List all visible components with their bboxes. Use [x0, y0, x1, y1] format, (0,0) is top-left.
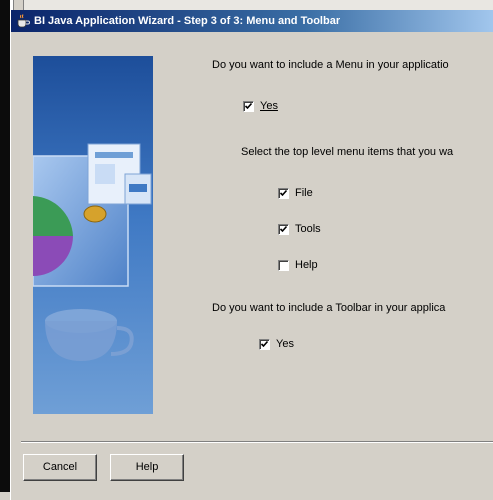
cancel-button[interactable]: Cancel — [23, 454, 97, 481]
button-separator — [21, 441, 493, 443]
desktop-edge — [0, 0, 10, 492]
checkbox-box[interactable] — [243, 100, 254, 112]
menu-item-file-label: File — [295, 187, 313, 199]
menu-item-help-label: Help — [295, 259, 318, 271]
include-toolbar-label: Yes — [276, 338, 294, 350]
background-window-strip — [0, 0, 493, 10]
checkbox-box[interactable] — [259, 338, 270, 350]
menu-items-prompt: Select the top level menu items that you… — [241, 146, 454, 158]
menu-item-file-checkbox[interactable]: File — [278, 187, 313, 199]
window-title: BI Java Application Wizard - Step 3 of 3… — [34, 15, 341, 27]
title-bar[interactable]: BI Java Application Wizard - Step 3 of 3… — [11, 10, 493, 32]
checkbox-box[interactable] — [278, 187, 289, 199]
wizard-banner-image — [33, 56, 153, 414]
menu-item-tools-checkbox[interactable]: Tools — [278, 223, 321, 235]
checkbox-box[interactable] — [278, 259, 289, 271]
toolbar-question: Do you want to include a Toolbar in your… — [212, 302, 446, 314]
checkbox-box[interactable] — [278, 223, 289, 235]
menu-question: Do you want to include a Menu in your ap… — [212, 59, 449, 71]
include-menu-label: Yes — [260, 100, 278, 112]
include-menu-checkbox[interactable]: Yes — [243, 100, 278, 112]
help-button[interactable]: Help — [110, 454, 184, 481]
menu-item-tools-label: Tools — [295, 223, 321, 235]
wizard-dialog: BI Java Application Wizard - Step 3 of 3… — [10, 10, 493, 500]
include-toolbar-checkbox[interactable]: Yes — [259, 338, 294, 350]
menu-item-help-checkbox[interactable]: Help — [278, 259, 318, 271]
coffee-cup-icon — [15, 13, 31, 29]
